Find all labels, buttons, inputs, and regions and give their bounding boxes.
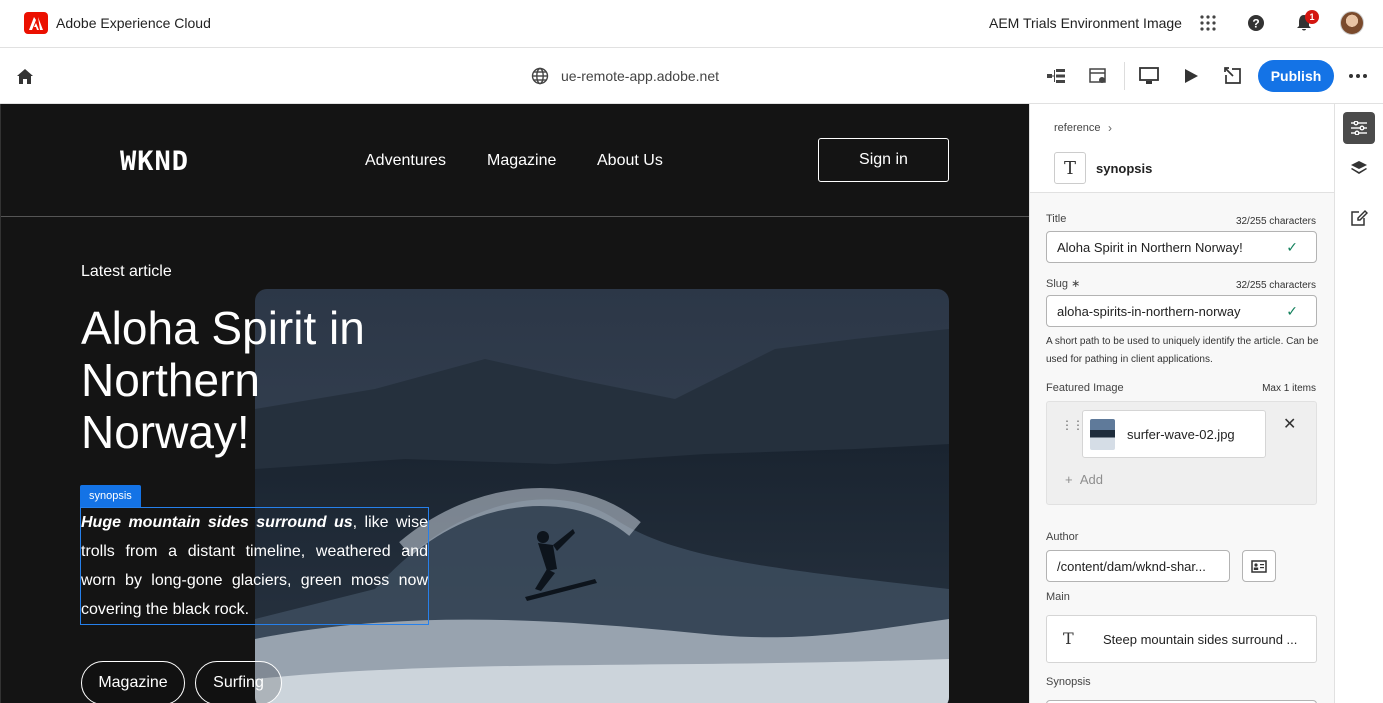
add-image-button[interactable]: + Add <box>1065 472 1103 487</box>
layers-icon[interactable] <box>1343 152 1375 184</box>
featured-image-label: Featured Image <box>1046 382 1124 394</box>
synopsis-label: Synopsis <box>1046 676 1091 688</box>
home-icon[interactable] <box>14 65 36 87</box>
nav-adventures[interactable]: Adventures <box>365 152 446 170</box>
open-external-icon[interactable] <box>1222 65 1244 87</box>
nav-divider <box>1 216 1029 217</box>
synopsis-tag: synopsis <box>80 485 141 507</box>
main-content-item[interactable]: T Steep mountain sides surround ... <box>1046 615 1317 663</box>
plus-icon: + <box>1065 472 1073 487</box>
svg-text:?: ? <box>1252 17 1259 31</box>
desktop-icon[interactable] <box>1138 65 1160 87</box>
main-content-value: Steep mountain sides surround ... <box>1103 632 1298 647</box>
checkmark-icon: ✓ <box>1286 302 1298 319</box>
slug-char-count: 32/255 characters <box>1235 280 1316 291</box>
author-input[interactable]: /content/dam/wknd-shar... <box>1046 550 1230 582</box>
breadcrumb[interactable]: reference <box>1054 122 1100 134</box>
add-label: Add <box>1079 472 1103 487</box>
site-canvas: WKND Adventures Magazine About Us Sign i… <box>0 104 1029 703</box>
text-type-icon: T <box>1054 152 1086 184</box>
slug-input[interactable]: aloha-spirits-in-northern-norway ✓ <box>1046 295 1317 327</box>
slug-help-text: A short path to be used to uniquely iden… <box>1046 336 1319 365</box>
app-name[interactable]: Adobe Experience Cloud <box>56 15 211 31</box>
featured-image-well: ⋮⋮ surfer-wave-02.jpg ✕ + Add <box>1046 401 1317 505</box>
latest-article-label: Latest article <box>81 263 172 280</box>
tag-surfing[interactable]: Surfing <box>195 661 282 703</box>
publish-button[interactable]: Publish <box>1258 60 1334 92</box>
right-rail <box>1334 104 1383 703</box>
main-label: Main <box>1046 591 1070 603</box>
profile-card-icon <box>1251 559 1267 573</box>
image-thumbnail <box>1090 419 1115 450</box>
tag-magazine[interactable]: Magazine <box>81 661 185 703</box>
properties-icon[interactable] <box>1343 112 1375 144</box>
panel-header: reference › T synopsis <box>1030 104 1335 193</box>
featured-image-item[interactable]: surfer-wave-02.jpg <box>1082 410 1266 458</box>
sign-in-button[interactable]: Sign in <box>818 138 949 182</box>
nav-about-us[interactable]: About Us <box>597 152 663 170</box>
close-icon[interactable]: ✕ <box>1283 414 1296 434</box>
tree-icon[interactable] <box>1045 65 1067 87</box>
drag-handle-icon[interactable]: ⋮⋮ <box>1061 418 1084 432</box>
edit-note-icon[interactable] <box>1343 202 1375 234</box>
environment-name[interactable]: AEM Trials Environment Image <box>989 15 1182 31</box>
globe-icon <box>529 65 551 87</box>
apps-grid-icon[interactable] <box>1197 12 1219 34</box>
page-url[interactable]: ue-remote-app.adobe.net <box>561 68 719 84</box>
synopsis-bold: Huge mountain sides surround us <box>81 514 353 531</box>
image-filename: surfer-wave-02.jpg <box>1127 427 1235 442</box>
featured-image-max: Max 1 items <box>1262 383 1316 394</box>
author-label: Author <box>1046 531 1079 543</box>
slug-value: aloha-spirits-in-northern-norway <box>1057 303 1241 319</box>
adobe-logo-icon[interactable] <box>24 12 48 34</box>
title-value: Aloha Spirit in Northern Norway! <box>1057 239 1243 255</box>
text-type-icon: T <box>1063 629 1074 648</box>
toolbar-divider <box>1124 62 1125 90</box>
article-headline[interactable]: Aloha Spirit in Northern Norway! <box>81 302 441 458</box>
avatar[interactable] <box>1340 11 1364 35</box>
chevron-right-icon: › <box>1108 121 1112 135</box>
title-char-count: 32/255 characters <box>1235 216 1316 227</box>
checkmark-icon: ✓ <box>1286 238 1298 255</box>
more-icon[interactable] <box>1347 65 1369 87</box>
title-label: Title <box>1046 213 1067 225</box>
play-icon[interactable] <box>1180 65 1202 87</box>
component-name: synopsis <box>1096 161 1153 176</box>
shell-bar: Adobe Experience Cloud AEM Trials Enviro… <box>0 0 1383 48</box>
editor-toolbar: ue-remote-app.adobe.net Publish <box>0 48 1383 104</box>
properties-panel: reference › T synopsis Title 32/255 char… <box>1029 104 1335 703</box>
help-icon[interactable]: ? <box>1245 12 1267 34</box>
site-logo[interactable]: WKND <box>120 146 189 177</box>
settings-panel-icon[interactable] <box>1087 65 1109 87</box>
title-input[interactable]: Aloha Spirit in Northern Norway! ✓ <box>1046 231 1317 263</box>
synopsis-text[interactable]: Huge mountain sides surround us, like wi… <box>81 508 428 624</box>
notification-badge: 1 <box>1305 10 1319 24</box>
author-picker-button[interactable] <box>1242 550 1276 582</box>
nav-magazine[interactable]: Magazine <box>487 152 556 170</box>
slug-label: Slug ∗ <box>1046 278 1081 290</box>
